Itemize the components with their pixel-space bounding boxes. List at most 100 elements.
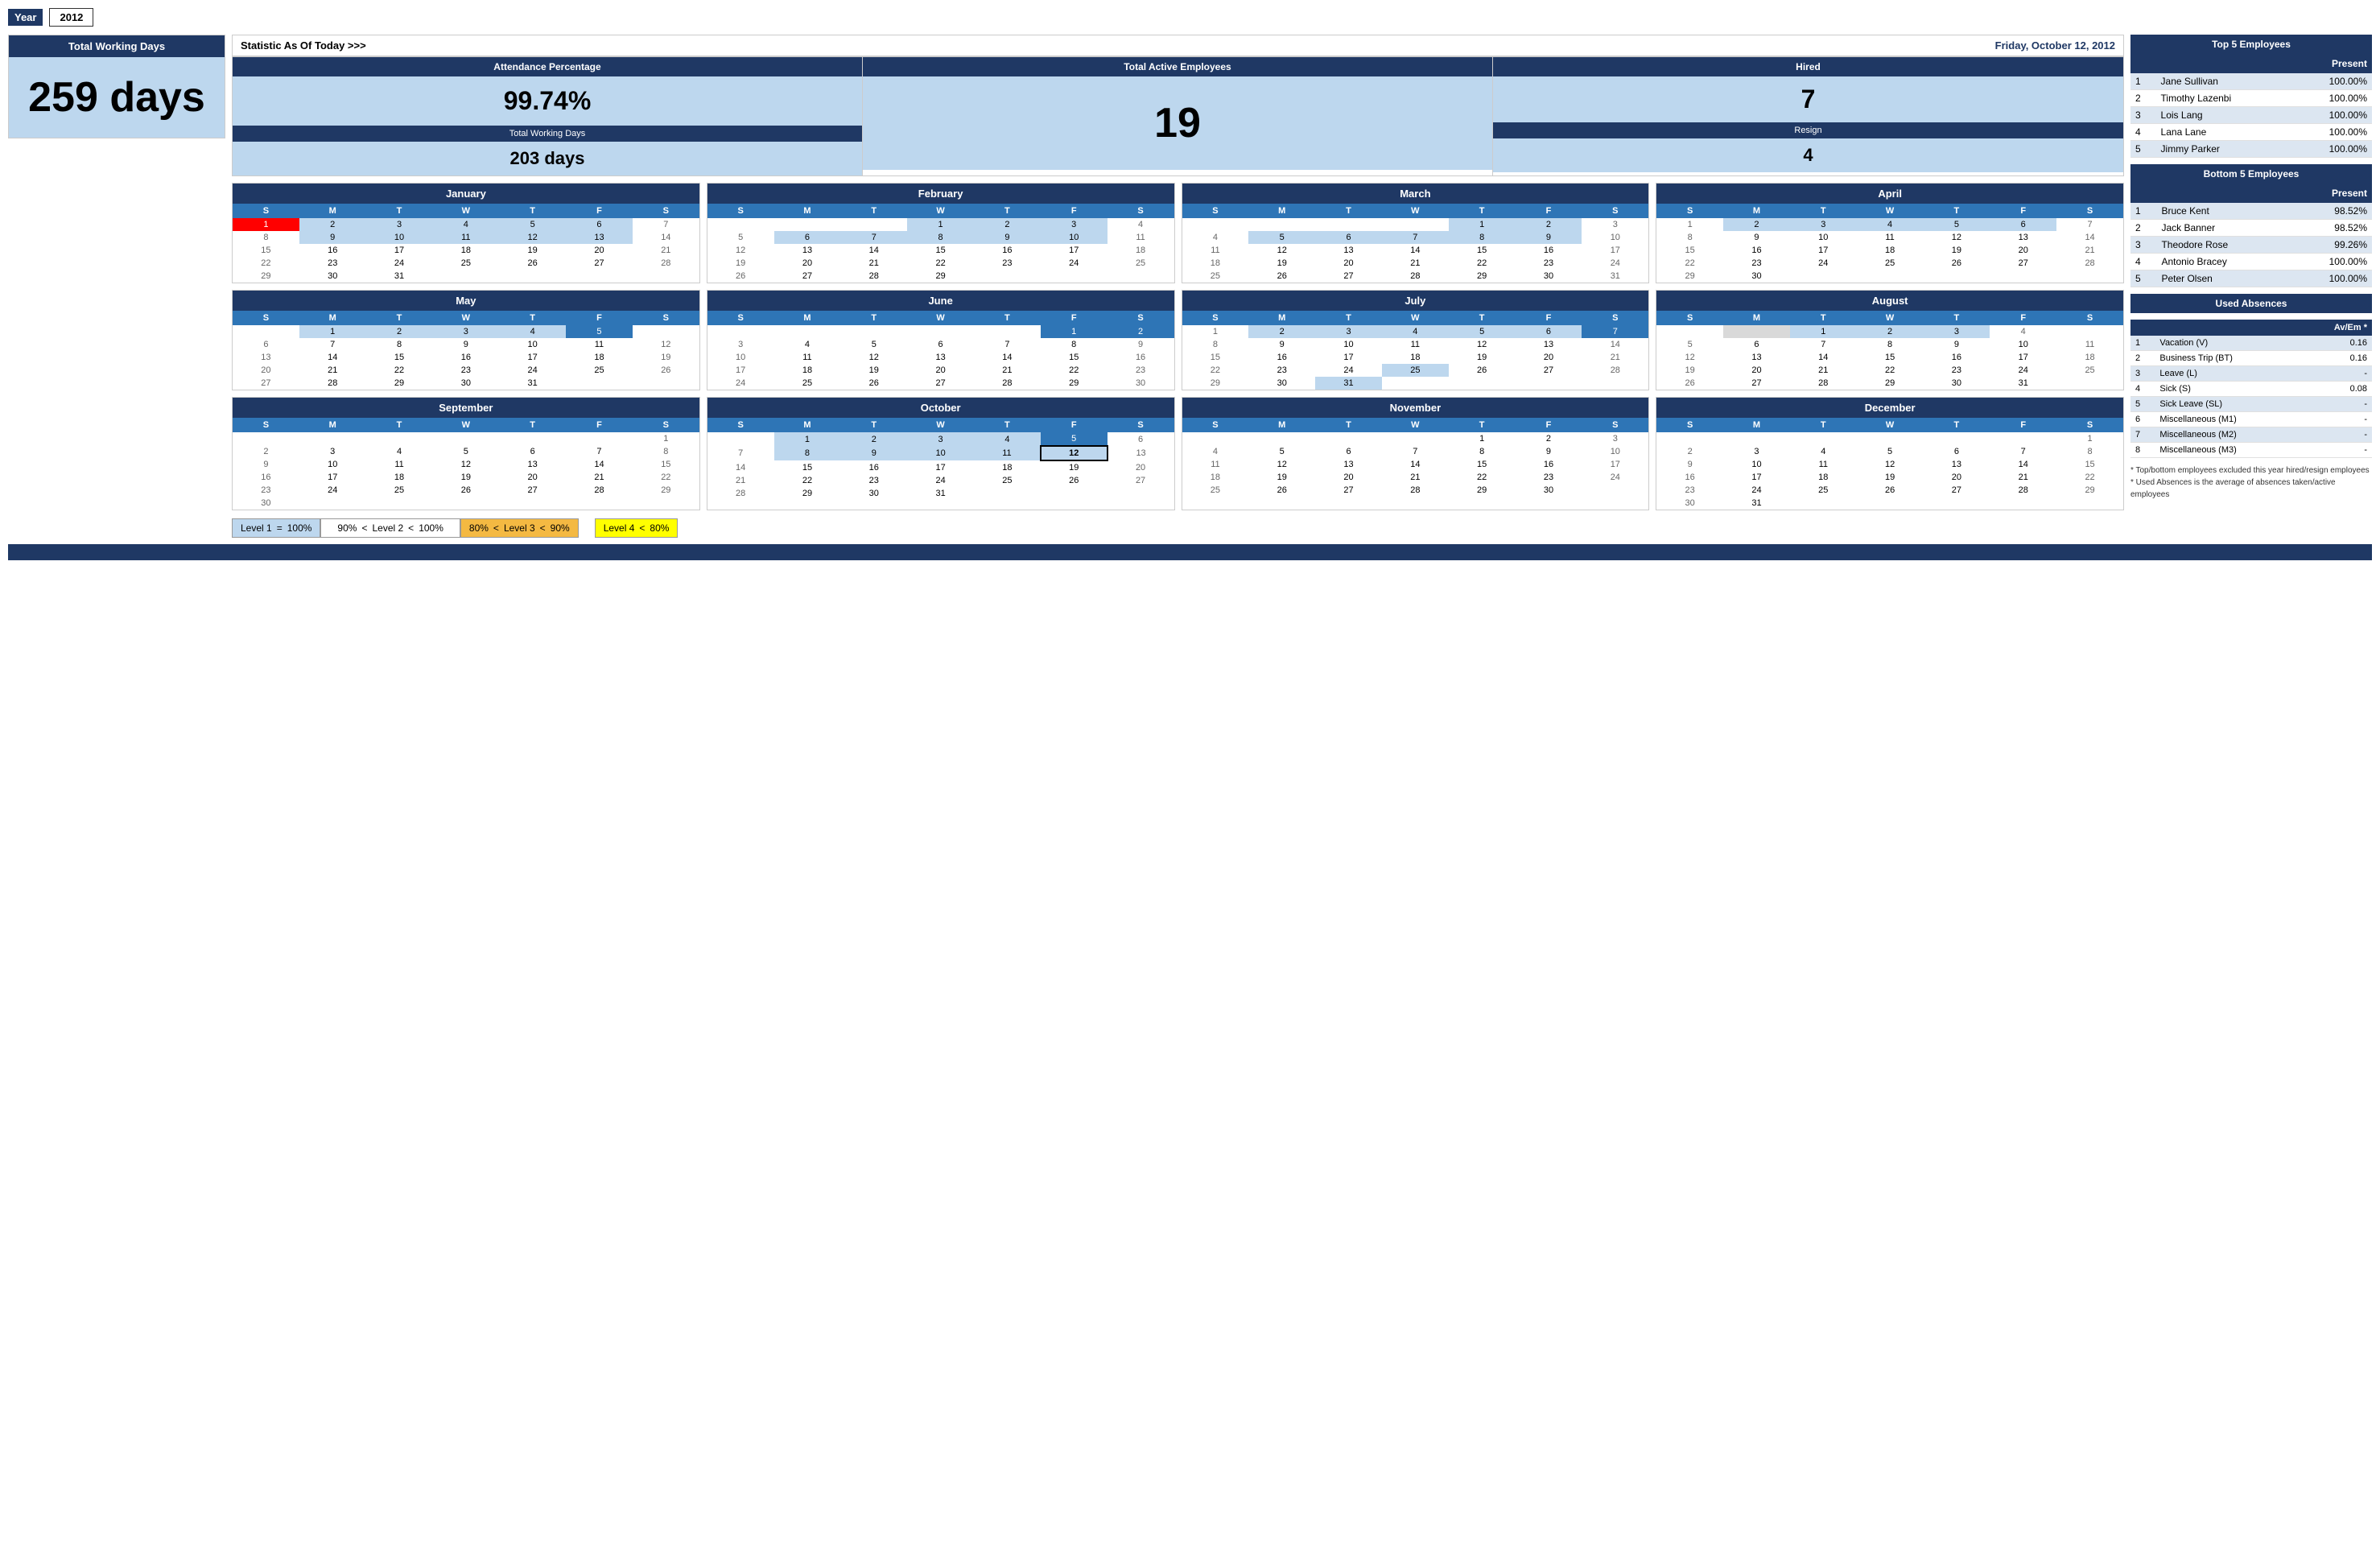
cal-day: 28 — [707, 487, 774, 500]
cal-day: 22 — [1041, 364, 1108, 377]
total-working-days-body: 259 days — [9, 57, 225, 138]
cal-day: 7 — [2056, 218, 2123, 231]
cal-day: 4 — [1182, 445, 1249, 458]
used-absences-header: Used Absences — [2130, 294, 2372, 313]
left-column: Total Working Days 259 days — [8, 35, 225, 538]
cal-day: 3 — [1582, 432, 1648, 445]
cal-day: 14 — [566, 458, 633, 471]
cal-day: 16 — [1924, 351, 1990, 364]
year-value[interactable]: 2012 — [49, 8, 93, 27]
cal-day: 9 — [299, 231, 366, 244]
cal-day: 18 — [1790, 471, 1857, 484]
cal-day: 21 — [1790, 364, 1857, 377]
cal-day: 7 — [633, 218, 699, 231]
cal-day: 17 — [1315, 351, 1382, 364]
cal-day: 23 — [1248, 364, 1315, 377]
legend-level1: Level 1 = 100% — [232, 518, 320, 538]
cal-day: 23 — [1924, 364, 1990, 377]
cal-day: 29 — [2056, 484, 2123, 497]
top5-row-1: 1 Jane Sullivan 100.00% — [2130, 73, 2372, 90]
cal-day: 6 — [233, 338, 299, 351]
cal-day: 16 — [1656, 471, 1723, 484]
total-working-days-panel: Total Working Days 259 days — [8, 35, 225, 138]
cal-day: 7 — [1582, 325, 1648, 338]
cal-day: 21 — [566, 471, 633, 484]
cal-day: 3 — [299, 445, 366, 458]
cal-day: 19 — [1924, 244, 1990, 257]
cal-day: 11 — [566, 338, 633, 351]
cal-header-november: November — [1182, 398, 1649, 418]
cal-day: 11 — [1857, 231, 1924, 244]
cal-day: 22 — [233, 257, 299, 270]
cal-day: 12 — [1857, 458, 1924, 471]
cal-day: 15 — [233, 244, 299, 257]
cal-day: 5 — [1449, 325, 1516, 338]
legend-l1-label: Level 1 — [241, 522, 272, 534]
cal-day: 12 — [1449, 338, 1516, 351]
cal-day: 6 — [566, 218, 633, 231]
cal-day: 20 — [1924, 471, 1990, 484]
bottom5-present-5: 100.00% — [2289, 270, 2372, 287]
cal-day: 15 — [1182, 351, 1249, 364]
cal-header-september: September — [233, 398, 699, 418]
cal-day: 6 — [1315, 445, 1382, 458]
year-selector: Year 2012 — [8, 8, 2372, 27]
absence-row-3: 3 Leave (L) - — [2130, 366, 2372, 382]
cal-day: 7 — [1382, 231, 1449, 244]
cal-day: 30 — [1248, 377, 1315, 390]
bottom5-col-name-header — [2156, 184, 2288, 203]
top5-rank-2: 2 — [2130, 90, 2156, 107]
total-working-days-header: Total Working Days — [9, 35, 225, 57]
cal-day: 23 — [432, 364, 499, 377]
top5-present-3: 100.00% — [2291, 107, 2372, 124]
cal-day: 6 — [499, 445, 566, 458]
stats-panel: Statistic As Of Today >>> Friday, Octobe… — [232, 35, 2124, 176]
absence-name-4: Sick (S) — [2155, 382, 2300, 397]
cal-day: 8 — [1857, 338, 1924, 351]
cal-day: 2 — [840, 432, 907, 446]
bottom5-present-4: 100.00% — [2289, 254, 2372, 270]
cal-day: 28 — [1790, 377, 1857, 390]
working-days-value: 203 days — [233, 142, 862, 175]
absence-val-8: - — [2300, 443, 2372, 458]
cal-day: 15 — [774, 460, 841, 474]
footnotes: * Top/bottom employees excluded this yea… — [2130, 464, 2372, 501]
active-employees-label: Total Active Employees — [863, 57, 1492, 76]
cal-day: 1 — [1449, 432, 1516, 445]
absence-name-7: Miscellaneous (M2) — [2155, 427, 2300, 443]
cal-day: 9 — [233, 458, 299, 471]
cal-day: 24 — [499, 364, 566, 377]
cal-day: 25 — [1108, 257, 1174, 270]
cal-day: 8 — [233, 231, 299, 244]
cal-day: 19 — [1449, 351, 1516, 364]
cal-day: 26 — [707, 270, 774, 283]
top5-name-4: Lana Lane — [2156, 124, 2291, 141]
cal-day: 19 — [1041, 460, 1108, 474]
cal-day: 18 — [366, 471, 433, 484]
cal-day: 14 — [974, 351, 1041, 364]
cal-day: 13 — [1315, 244, 1382, 257]
cal-day: 26 — [840, 377, 907, 390]
bottom5-present-3: 99.26% — [2289, 237, 2372, 254]
cal-day: 23 — [1656, 484, 1723, 497]
cal-day: 14 — [1382, 458, 1449, 471]
cal-day: 24 — [1990, 364, 2056, 377]
top5-present-2: 100.00% — [2291, 90, 2372, 107]
absence-name-3: Leave (L) — [2155, 366, 2300, 382]
cal-day: 8 — [774, 446, 841, 460]
cal-day: 19 — [633, 351, 699, 364]
cal-day: 26 — [1449, 364, 1516, 377]
cal-day: 25 — [974, 474, 1041, 487]
calendar-may: May SMTWTFS 1 2 3 4 5 6 7 — [232, 290, 700, 390]
cal-day: 1 — [1182, 325, 1249, 338]
cal-day: 24 — [1582, 471, 1648, 484]
cal-day: 30 — [1924, 377, 1990, 390]
cal-day: 1 — [299, 325, 366, 338]
cal-day: 19 — [499, 244, 566, 257]
legend-l1-pct: 100% — [287, 522, 312, 534]
legend-level3: 80% < Level 3 < 90% — [460, 518, 579, 538]
cal-day: 21 — [299, 364, 366, 377]
cal-day — [633, 325, 699, 338]
cal-day — [1723, 325, 1790, 338]
active-employees-col: Total Active Employees 19 — [863, 57, 1493, 175]
